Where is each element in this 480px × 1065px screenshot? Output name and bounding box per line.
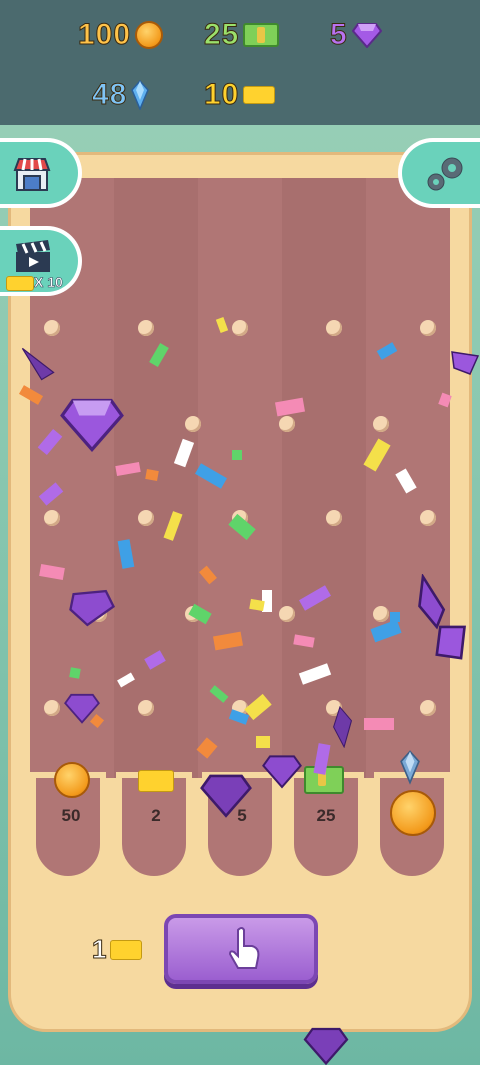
- coin-count: 100: [77, 18, 132, 52]
- coin-icon: [390, 790, 436, 836]
- ticket-count: 10: [203, 78, 240, 112]
- confetti-piece: [364, 718, 394, 730]
- ticket-icon: [243, 86, 276, 104]
- gem-icon: [200, 774, 252, 818]
- drop-ball-button[interactable]: [164, 914, 318, 984]
- peg: [44, 320, 60, 336]
- confetti-piece: [69, 667, 81, 679]
- crystal-icon: [131, 80, 150, 110]
- crystal-counter: 48: [91, 78, 150, 112]
- gem-icon: [303, 1027, 349, 1065]
- gem-icon: [60, 398, 124, 452]
- gem-count: 5: [330, 18, 348, 52]
- confetti-piece: [232, 450, 242, 460]
- gem-counter: 5: [330, 18, 382, 52]
- drop-cost: 1: [91, 934, 143, 965]
- drop-cost-value: 1: [91, 934, 107, 965]
- slot-label: 25: [316, 806, 336, 825]
- video-reward-button[interactable]: X 10: [0, 226, 82, 296]
- plinko-board: [30, 178, 450, 778]
- peg: [185, 416, 201, 432]
- peg: [279, 416, 295, 432]
- peg: [44, 700, 60, 716]
- cash-count: 25: [203, 18, 240, 52]
- ticket-icon: [6, 276, 34, 291]
- gem-icon: [451, 351, 480, 375]
- settings-button[interactable]: [398, 138, 480, 208]
- peg: [138, 700, 154, 716]
- peg: [326, 510, 342, 526]
- peg: [373, 416, 389, 432]
- ticket-icon: [110, 939, 143, 960]
- clapperboard-icon: [16, 240, 50, 272]
- video-reward-label: X 10: [34, 274, 63, 291]
- crystal-count: 48: [91, 78, 128, 112]
- coin-icon: [54, 762, 90, 798]
- gem-icon: [69, 589, 116, 627]
- hand-tap-icon: [228, 927, 260, 969]
- peg: [44, 510, 60, 526]
- ticket-icon: [138, 770, 174, 792]
- peg: [373, 606, 389, 622]
- peg: [420, 510, 436, 526]
- peg: [138, 320, 154, 336]
- gem-icon: [351, 23, 382, 48]
- confetti-piece: [256, 736, 270, 748]
- gem-icon: [333, 706, 353, 748]
- slot-label: 50: [61, 806, 81, 825]
- peg: [279, 606, 295, 622]
- shop-button[interactable]: [0, 138, 82, 208]
- peg: [232, 320, 248, 336]
- shop-icon: [13, 158, 51, 191]
- gem-icon: [418, 574, 466, 660]
- slot-label: 2: [151, 806, 161, 825]
- confetti-piece: [145, 469, 159, 481]
- cash-icon: [243, 23, 280, 47]
- gem-icon: [21, 347, 55, 381]
- board-stripe: [282, 178, 366, 778]
- ticket-counter: 10: [203, 78, 276, 112]
- peg: [420, 320, 436, 336]
- confetti-piece: [390, 612, 400, 622]
- peg: [138, 510, 154, 526]
- crystal-icon: [400, 750, 420, 785]
- coin-counter: 100: [77, 18, 164, 52]
- peg: [326, 320, 342, 336]
- peg: [420, 700, 436, 716]
- gem-icon: [262, 755, 302, 789]
- cash-counter: 25: [203, 18, 280, 52]
- coin-icon: [135, 21, 164, 49]
- gear-icon: [427, 157, 463, 191]
